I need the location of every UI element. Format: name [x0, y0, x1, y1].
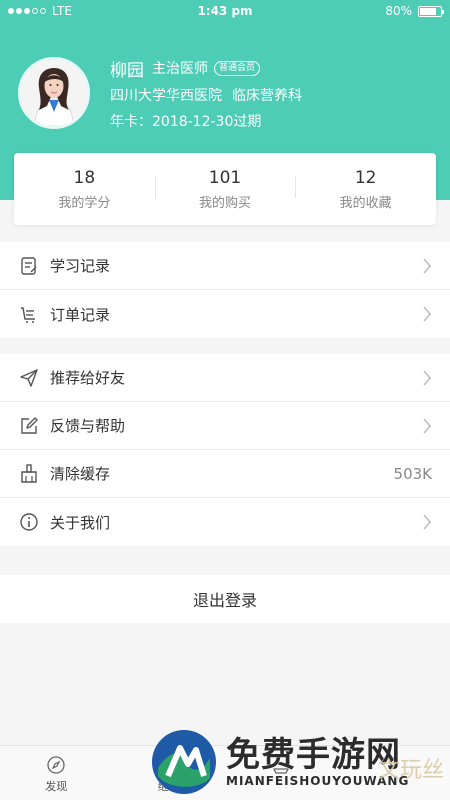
feedback-icon [18, 415, 40, 437]
stat-purchases[interactable]: 101 我的购买 [154, 167, 296, 211]
watermark-logo-icon [152, 730, 216, 794]
stat-value: 12 [354, 167, 377, 188]
profile-info: 柳园 主治医师 普通会员 四川大学华西医院 临床营养科 年卡：2018-12-30… [110, 57, 302, 131]
department-name: 临床营养科 [232, 88, 302, 104]
menu-item-about[interactable]: 关于我们 [0, 498, 450, 546]
menu-label: 反馈与帮助 [50, 417, 126, 435]
hospital-name: 四川大学华西医院 [110, 88, 222, 104]
membership-badge: 普通会员 [214, 60, 261, 76]
status-left: LTE [8, 4, 72, 18]
menu-item-share[interactable]: 推荐给好友 [0, 354, 450, 402]
stat-label: 我的收藏 [339, 195, 392, 211]
carrier-label: LTE [52, 4, 72, 18]
avatar[interactable] [18, 57, 90, 129]
chevron-right-icon [423, 306, 431, 322]
name-row: 柳园 主治医师 普通会员 [110, 57, 302, 81]
battery-percent: 80% [385, 4, 412, 18]
menu-label: 关于我们 [50, 513, 111, 532]
chevron-right-icon [423, 418, 431, 433]
tab-label: 发现 [45, 780, 68, 793]
stat-favorites[interactable]: 12 我的收藏 [295, 168, 436, 211]
menu-item-feedback[interactable]: 反馈与帮助 [0, 402, 450, 450]
menu-item-study-record[interactable]: 学习记录 [0, 242, 450, 290]
share-icon [18, 367, 40, 389]
hospital-row: 四川大学华西医院 临床营养科 [110, 85, 302, 105]
order-record-icon [18, 303, 40, 325]
info-icon [18, 511, 40, 533]
watermark-side-text: 文玩丝 [377, 758, 444, 783]
stat-credits[interactable]: 18 我的学分 [14, 168, 155, 211]
clear-cache-icon [18, 463, 40, 485]
menu-label: 清除缓存 [50, 465, 111, 483]
chevron-right-icon [423, 370, 431, 385]
compass-icon [47, 756, 65, 774]
study-record-icon [18, 255, 40, 277]
chevron-right-icon [423, 514, 431, 530]
records-group: 学习记录 订单记录 [0, 242, 450, 338]
stats-card: 18 我的学分 101 我的购买 12 我的收藏 [14, 153, 436, 225]
stat-value: 18 [73, 167, 96, 188]
battery-icon [418, 5, 444, 17]
chevron-right-icon [423, 258, 431, 273]
logout-button[interactable]: 退出登录 [0, 575, 450, 623]
settings-group: 推荐给好友 反馈与帮助 清除缓存 503K 关于我们 [0, 354, 450, 546]
profile-summary[interactable]: 柳园 主治医师 普通会员 四川大学华西医院 临床营养科 年卡：2018-12-30… [18, 57, 302, 131]
signal-strength-icon [8, 8, 46, 14]
watermark: 免费手游网 MIANFEISHOUYOUWANG 文玩丝 [150, 724, 450, 800]
status-right: 80% [385, 4, 444, 18]
user-name: 柳园 [110, 60, 144, 81]
stat-value: 101 [208, 167, 242, 188]
user-title: 主治医师 [152, 61, 208, 77]
menu-label: 订单记录 [50, 305, 111, 324]
status-bar: LTE 1:43 pm 80% [0, 0, 450, 22]
tab-discover[interactable]: 发现 [0, 746, 113, 800]
stat-label: 我的学分 [58, 195, 111, 211]
menu-item-clear-cache[interactable]: 清除缓存 503K [0, 450, 450, 498]
menu-label: 学习记录 [50, 257, 111, 275]
card-expiry: 年卡：2018-12-30过期 [110, 114, 262, 130]
cache-size-value: 503K [393, 464, 432, 483]
menu-label: 推荐给好友 [50, 369, 126, 387]
menu-item-order-record[interactable]: 订单记录 [0, 290, 450, 338]
stat-label: 我的购买 [199, 195, 252, 211]
